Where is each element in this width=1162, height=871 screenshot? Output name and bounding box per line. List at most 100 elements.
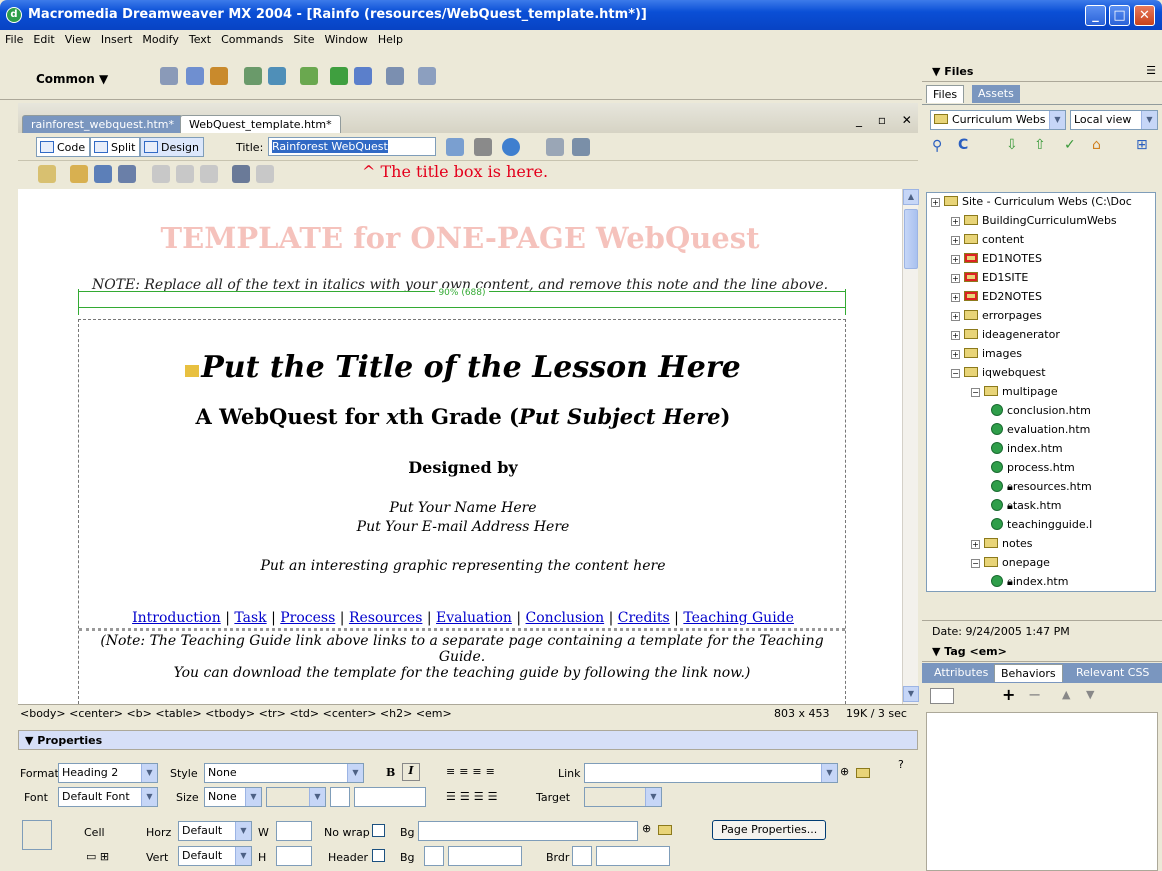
site-select[interactable]: Curriculum Webs ▼ (930, 110, 1066, 130)
menu-site[interactable]: Site (288, 30, 319, 46)
design-scrollbar[interactable]: ▲ ▼ (902, 189, 919, 704)
format-select[interactable]: Heading 2 ▼ (58, 763, 158, 783)
border-color-input[interactable] (596, 846, 670, 866)
menu-commands[interactable]: Commands (216, 30, 288, 46)
open-icon[interactable] (70, 165, 88, 183)
help-icon[interactable]: ? (898, 758, 904, 771)
expand-toggle-icon[interactable]: − (951, 369, 960, 378)
comment-icon[interactable] (354, 67, 372, 85)
table-icon[interactable] (244, 67, 262, 85)
height-input[interactable] (276, 846, 312, 866)
expand-toggle-icon[interactable]: + (951, 350, 960, 359)
cut-icon[interactable] (152, 165, 170, 183)
bg-color-swatch[interactable] (424, 846, 444, 866)
connect-icon[interactable]: ⚲ (932, 138, 942, 154)
expand-toggle-icon[interactable]: + (951, 255, 960, 264)
view-select[interactable]: Local view ▼ (1070, 110, 1158, 130)
webquest-subtitle[interactable]: A WebQuest for xth Grade (Put Subject He… (79, 404, 847, 429)
style-select[interactable]: None ▼ (204, 763, 364, 783)
menu-window[interactable]: Window (320, 30, 373, 46)
folder-node[interactable]: + Site - Curriculum Webs (C:\Doc (931, 195, 1132, 208)
size-select[interactable]: None ▼ (204, 787, 262, 807)
split-view-button[interactable]: Split (90, 137, 141, 157)
minimize-icon[interactable]: _ (1085, 5, 1106, 26)
expand-toggle-icon[interactable]: + (951, 217, 960, 226)
vert-select[interactable]: Default ▼ (178, 846, 252, 866)
code-view-button[interactable]: Code (36, 137, 91, 157)
move-down-icon[interactable]: ▼ (1086, 688, 1094, 701)
italic-button[interactable]: I (402, 763, 420, 781)
folder-node[interactable]: + content (951, 233, 1024, 246)
nav-resources[interactable]: Resources (349, 610, 422, 626)
width-input[interactable] (276, 821, 312, 841)
folder-node[interactable]: + ED1NOTES (951, 252, 1042, 265)
files-panel-header[interactable]: ▼ Files ☰ (922, 60, 1162, 82)
move-up-icon[interactable]: ▲ (1062, 688, 1070, 701)
target-select[interactable]: ▼ (584, 787, 662, 807)
table-width-indicator[interactable]: 90% (688) (78, 288, 846, 319)
menu-modify[interactable]: Modify (137, 30, 183, 46)
folder-node[interactable]: + errorpages (951, 309, 1042, 322)
folder-node[interactable]: + ideagenerator (951, 328, 1060, 341)
menu-view[interactable]: View (60, 30, 96, 46)
expand-toggle-icon[interactable]: + (951, 293, 960, 302)
file-node[interactable]: 🔒︎task.htm (991, 499, 1062, 513)
tag-panel-header[interactable]: ▼ Tag <em> (922, 640, 1162, 662)
folder-node[interactable]: + ED2NOTES (951, 290, 1042, 303)
add-behavior-icon[interactable]: + (1002, 685, 1015, 704)
nav-process[interactable]: Process (280, 610, 335, 626)
image-icon[interactable] (268, 67, 286, 85)
file-node[interactable]: 🔒︎index.htm (991, 575, 1068, 589)
folder-node[interactable]: + BuildingCurriculumWebs (951, 214, 1117, 227)
design-view-button[interactable]: Design (140, 137, 204, 157)
menu-insert[interactable]: Insert (96, 30, 138, 46)
remove-behavior-icon[interactable]: − (1028, 685, 1041, 704)
tab-attributes[interactable]: Attributes (928, 664, 994, 682)
bold-button[interactable]: B (386, 766, 395, 779)
folder-node[interactable]: − multipage (971, 385, 1058, 398)
check-out-icon[interactable]: ✓ (1064, 137, 1076, 153)
file-node[interactable]: process.htm (991, 461, 1075, 474)
horz-select[interactable]: Default ▼ (178, 821, 252, 841)
expand-toggle-icon[interactable]: + (951, 274, 960, 283)
bg-folder-icon[interactable] (658, 825, 672, 835)
page-properties-button[interactable]: Page Properties... (712, 820, 827, 840)
maximize-icon[interactable]: □ (1109, 5, 1130, 26)
redo-icon[interactable] (256, 165, 274, 183)
put-files-icon[interactable]: ⇧ (1034, 137, 1046, 153)
new-file-icon[interactable] (38, 165, 56, 183)
folder-node[interactable]: − iqwebquest (951, 366, 1046, 379)
tab-assets[interactable]: Assets (972, 85, 1020, 103)
undo-icon[interactable] (232, 165, 250, 183)
refresh-files-icon[interactable]: C (958, 137, 968, 153)
nav-task[interactable]: Task (234, 610, 266, 626)
file-node[interactable]: conclusion.htm (991, 404, 1091, 417)
view-options-icon[interactable] (572, 138, 590, 156)
preview-browser-icon[interactable] (502, 138, 520, 156)
file-tree[interactable]: + Site - Curriculum Webs (C:\Doc + Building… (926, 192, 1156, 592)
paste-icon[interactable] (200, 165, 218, 183)
merge-cells-icon[interactable]: ▭ ⊞ (86, 850, 109, 863)
refresh-icon[interactable] (546, 138, 564, 156)
menu-help[interactable]: Help (373, 30, 408, 46)
tab-behaviors[interactable]: Behaviors (994, 664, 1063, 682)
link-input[interactable]: ▼ (584, 763, 838, 783)
folder-node[interactable]: − onepage (971, 556, 1050, 569)
scroll-thumb[interactable] (904, 209, 918, 269)
nav-introduction[interactable]: Introduction (132, 610, 221, 626)
bg-point-icon[interactable]: ⊕ (642, 822, 651, 835)
tab-files[interactable]: Files (926, 85, 965, 103)
tag-chooser-icon[interactable] (418, 67, 436, 85)
behaviors-list[interactable] (926, 712, 1158, 871)
get-files-icon[interactable]: ⇩ (1006, 137, 1018, 153)
panel-options-icon[interactable]: ☰ (1146, 64, 1156, 77)
insert-category-menu[interactable]: Common ▼ (36, 72, 108, 86)
nav-credits[interactable]: Credits (618, 610, 670, 626)
folder-node[interactable]: + ED1SITE (951, 271, 1028, 284)
expand-toggle-icon[interactable]: + (951, 331, 960, 340)
nowrap-checkbox[interactable] (372, 824, 385, 837)
border-color-swatch[interactable] (572, 846, 592, 866)
nav-conclusion[interactable]: Conclusion (526, 610, 605, 626)
menu-text[interactable]: Text (184, 30, 216, 46)
expand-toggle-icon[interactable]: + (971, 540, 980, 549)
